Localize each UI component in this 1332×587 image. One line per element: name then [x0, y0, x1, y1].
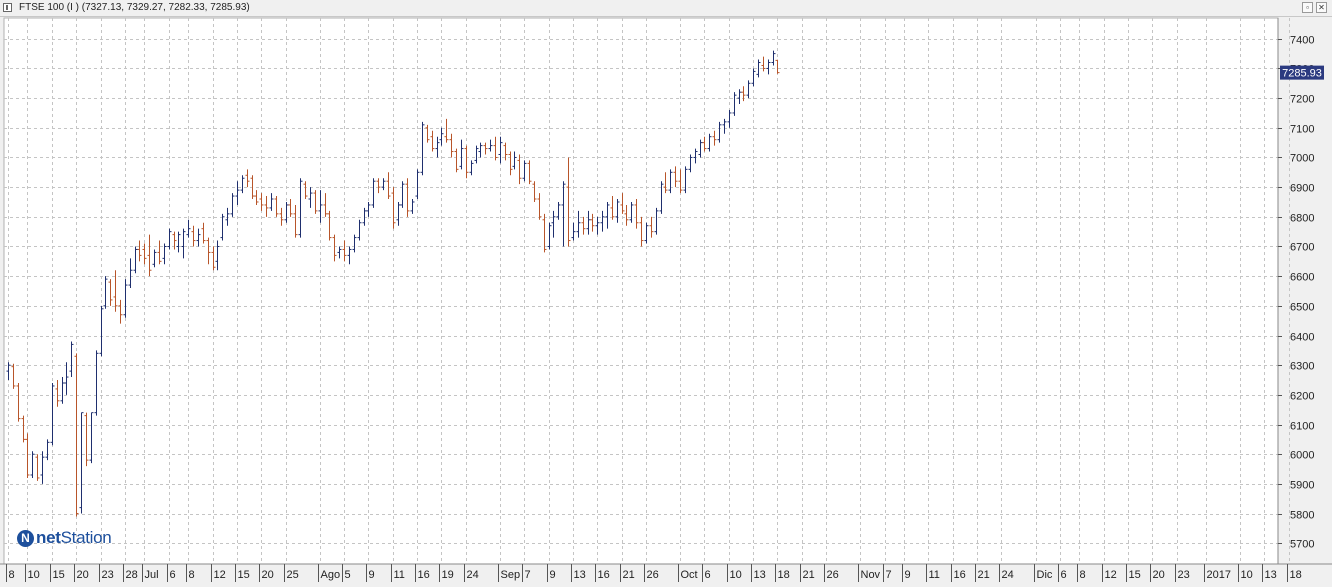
y-tick-label: 6300: [1290, 361, 1314, 373]
logo-text-bold: net: [36, 528, 61, 547]
x-tick-label: 18: [1290, 569, 1302, 581]
x-tick-label: 15: [238, 569, 250, 581]
x-tick-label: 15: [53, 569, 65, 581]
x-tick-label: 24: [467, 569, 479, 581]
netstation-logo-mark: N: [17, 529, 34, 547]
x-tick-label: 9: [905, 569, 911, 581]
x-tick-label: 11: [929, 569, 940, 581]
x-tick-label: 19: [442, 569, 454, 581]
x-tick-label: 8: [1080, 569, 1086, 581]
y-tick-label: 6200: [1290, 391, 1314, 403]
x-tick-label: 10: [28, 569, 40, 581]
x-tick-label: 12: [1105, 569, 1117, 581]
x-tick-label: 20: [262, 569, 274, 581]
x-tick-label: 13: [1265, 569, 1277, 581]
x-tick-label: Nov: [861, 569, 881, 581]
y-tick-label: 6000: [1290, 450, 1314, 462]
x-tick-label: 8: [9, 569, 15, 581]
x-tick-label: 6: [705, 569, 711, 581]
logo-text-rest: Station: [60, 528, 112, 547]
x-tick-label: 2017: [1207, 569, 1231, 581]
y-tick-label: 6700: [1290, 242, 1314, 254]
x-tick-label: 13: [754, 569, 766, 581]
x-tick-label: 21: [803, 569, 815, 581]
ohlc-chart[interactable]: 5700 5800 5900 6000 6100 6200 6300 6400 6500 6600…: [0, 17, 1332, 582]
x-tick-label: 10: [1241, 569, 1253, 581]
chart-window-icon: [3, 3, 12, 12]
close-button[interactable]: ✕: [1316, 2, 1327, 13]
x-tick-label: 20: [1153, 569, 1165, 581]
y-tick-label: 7100: [1290, 124, 1314, 136]
window-titlebar[interactable]: FTSE 100 (I ) (7327.13, 7329.27, 7282.33…: [0, 0, 1332, 17]
y-tick-label: 6800: [1290, 213, 1314, 225]
window-title: FTSE 100 (I ) (7327.13, 7329.27, 7282.33…: [19, 2, 250, 13]
y-tick-label: 7400: [1290, 35, 1314, 47]
y-tick-label: 7200: [1290, 94, 1314, 106]
x-tick-label: 16: [418, 569, 430, 581]
netstation-logo-text: netStation: [36, 528, 112, 548]
x-tick-label: 21: [623, 569, 635, 581]
y-tick-label: 5700: [1290, 539, 1314, 551]
x-tick-label: 6: [1061, 569, 1067, 581]
x-tick-label: Oct: [681, 569, 698, 581]
x-tick-label: 25: [287, 569, 299, 581]
x-tick-label: 16: [598, 569, 610, 581]
x-tick-label: 26: [647, 569, 659, 581]
chart-area[interactable]: 5700 5800 5900 6000 6100 6200 6300 6400 6500 6600…: [0, 17, 1332, 582]
x-tick-label: Jul: [145, 569, 159, 581]
x-tick-label: Ago: [321, 569, 341, 581]
x-tick-label: 20: [77, 569, 89, 581]
y-tick-label: 6900: [1290, 183, 1314, 195]
x-tick-label: Dic: [1037, 569, 1053, 581]
x-tick-label: 8: [189, 569, 195, 581]
last-price-marker: 7285.93: [1280, 65, 1324, 80]
y-tick-label: 6400: [1290, 332, 1314, 344]
x-tick-label: 9: [550, 569, 556, 581]
y-tick-label: 6500: [1290, 302, 1314, 314]
y-tick-label: 6100: [1290, 421, 1314, 433]
y-tick-label: 7000: [1290, 153, 1314, 165]
x-tick-label: 23: [1178, 569, 1190, 581]
x-tick-label: 7: [886, 569, 892, 581]
x-tick-label: 23: [102, 569, 114, 581]
netstation-logo: N netStation: [17, 527, 112, 549]
x-tick-label: 5: [345, 569, 351, 581]
last-price-label: 7285.93: [1282, 68, 1322, 80]
y-tick-label: 6600: [1290, 272, 1314, 284]
x-tick-label: 6: [170, 569, 176, 581]
x-tick-label: 21: [978, 569, 990, 581]
x-tick-label: 7: [525, 569, 531, 581]
y-tick-label: 5900: [1290, 480, 1314, 492]
x-tick-label: Sep: [501, 569, 521, 581]
x-tick-label: 10: [730, 569, 742, 581]
x-tick-label: 15: [1129, 569, 1141, 581]
x-tick-label: 13: [574, 569, 586, 581]
x-tick-label: 12: [214, 569, 226, 581]
restore-button[interactable]: ▫: [1302, 2, 1313, 13]
x-tick-label: 11: [394, 569, 405, 581]
plot-area: [3, 17, 1279, 565]
x-tick-label: 18: [778, 569, 790, 581]
x-tick-label: 9: [369, 569, 375, 581]
x-tick-label: 28: [126, 569, 138, 581]
x-tick-label: 26: [827, 569, 839, 581]
x-tick-label: 16: [954, 569, 966, 581]
y-tick-label: 5800: [1290, 510, 1314, 522]
x-tick-label: 24: [1002, 569, 1014, 581]
